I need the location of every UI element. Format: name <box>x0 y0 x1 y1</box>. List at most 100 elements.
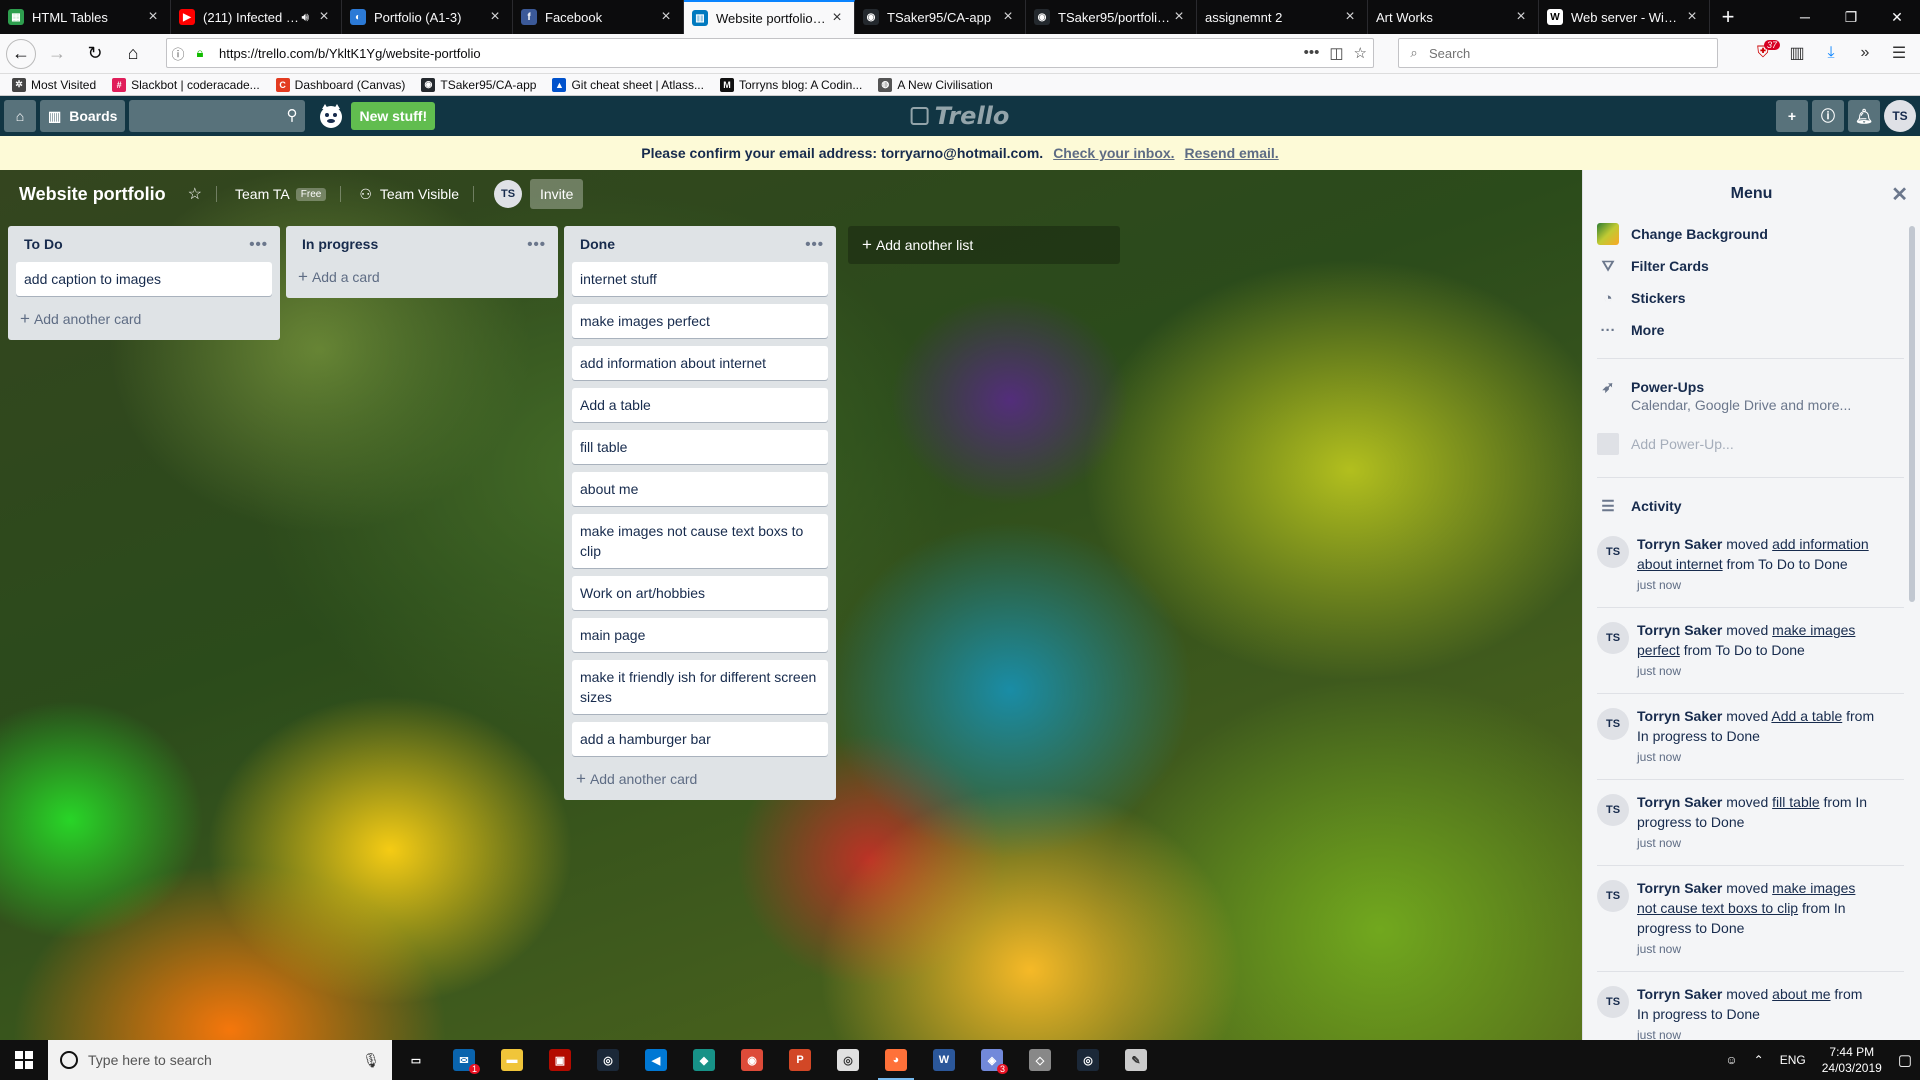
list-title[interactable]: Done <box>580 236 615 252</box>
tab-close-icon[interactable]: × <box>828 9 846 27</box>
notifications-center-icon[interactable]: ▢ <box>1890 1051 1920 1069</box>
taskbar-app-powerpoint[interactable]: P <box>776 1040 824 1080</box>
browser-tab[interactable]: ◉ TSaker95/CA-app × <box>855 0 1026 34</box>
activity-user[interactable]: Torryn Saker <box>1637 880 1722 896</box>
taskbar-app-word[interactable]: W <box>920 1040 968 1080</box>
taskbar-app-shield-app[interactable]: ◇ <box>1016 1040 1064 1080</box>
activity-avatar[interactable]: TS <box>1597 536 1629 568</box>
new-stuff-button[interactable]: New stuff! <box>351 102 436 130</box>
notifications-button[interactable]: 🔔︎ <box>1848 100 1880 132</box>
list-menu-icon[interactable]: ••• <box>805 236 824 253</box>
bookmark-item[interactable]: ◉ TSaker95/CA-app <box>421 77 536 92</box>
download-icon[interactable]: ⤓ <box>1816 44 1846 62</box>
tab-close-icon[interactable]: × <box>1341 8 1359 26</box>
bookmark-item[interactable]: # Slackbot | coderacade... <box>112 77 260 92</box>
card[interactable]: Work on art/hobbies <box>572 576 828 610</box>
activity-user[interactable]: Torryn Saker <box>1637 708 1722 724</box>
activity-timestamp[interactable]: just now <box>1637 661 1877 681</box>
close-icon[interactable]: ✕ <box>1891 182 1908 207</box>
tray-expand-icon[interactable]: ⌃ <box>1746 1053 1772 1067</box>
info-icon[interactable]: ⓘ <box>167 44 189 63</box>
bookmark-item[interactable]: ▲ Git cheat sheet | Atlass... <box>552 77 704 92</box>
activity-user[interactable]: Torryn Saker <box>1637 536 1722 552</box>
taskbar-app-git-kraken[interactable]: ◆ <box>680 1040 728 1080</box>
browser-tab[interactable]: f Facebook × <box>513 0 684 34</box>
close-window-icon[interactable]: ✕ <box>1874 0 1920 34</box>
activity-avatar[interactable]: TS <box>1597 986 1629 1018</box>
new-tab-icon[interactable]: + <box>1710 0 1746 34</box>
taskbar-app-steam[interactable]: ◎ <box>584 1040 632 1080</box>
pocket-icon[interactable]: ◫ <box>1329 44 1343 62</box>
browser-tab[interactable]: ◐ Portfolio (A1-3) × <box>342 0 513 34</box>
activity-avatar[interactable]: TS <box>1597 622 1629 654</box>
activity-card-link[interactable]: fill table <box>1772 794 1819 810</box>
tab-close-icon[interactable]: × <box>1683 8 1701 26</box>
menu-scrollbar[interactable] <box>1906 218 1918 1040</box>
restore-icon[interactable]: ❐ <box>1828 0 1874 34</box>
list-menu-icon[interactable]: ••• <box>527 236 546 253</box>
taskbar-app-steam-2[interactable]: ◎ <box>1064 1040 1112 1080</box>
taskbar-app-discord[interactable]: ◈ 3 <box>968 1040 1016 1080</box>
tab-close-icon[interactable]: × <box>1512 8 1530 26</box>
card[interactable]: internet stuff <box>572 262 828 296</box>
windows-start-icon[interactable] <box>0 1040 48 1080</box>
browser-tab[interactable]: ◉ TSaker95/portfolioattempt× <box>1026 0 1197 34</box>
browser-tab[interactable]: ▶ (211) Infected Mushroom🔊︎ × <box>171 0 342 34</box>
taco-mascot-icon[interactable] <box>313 100 349 132</box>
card[interactable]: Add a table <box>572 388 828 422</box>
card[interactable]: make images perfect <box>572 304 828 338</box>
card[interactable]: fill table <box>572 430 828 464</box>
tab-close-icon[interactable]: × <box>315 8 333 26</box>
tab-close-icon[interactable]: × <box>1170 8 1188 26</box>
menu-item-more[interactable]: ··· More <box>1597 314 1904 346</box>
bookmark-item[interactable]: C Dashboard (Canvas) <box>275 77 405 92</box>
activity-timestamp[interactable]: just now <box>1637 939 1877 959</box>
home-icon[interactable]: ⌂ <box>116 37 150 71</box>
card[interactable]: make it friendly ish for different scree… <box>572 660 828 714</box>
add-list-button[interactable]: + Add another list <box>848 226 1120 264</box>
taskbar-app-record[interactable]: ◎ <box>824 1040 872 1080</box>
card[interactable]: add caption to images <box>16 262 272 296</box>
home-button[interactable]: ⌂ <box>4 100 36 132</box>
taskbar-app-file-explorer[interactable]: ▬ <box>488 1040 536 1080</box>
bookmark-item[interactable]: M Torryns blog: A Codin... <box>719 77 862 92</box>
card[interactable]: add a hamburger bar <box>572 722 828 756</box>
taskbar-search-input[interactable]: Type here to search 🎙︎ <box>48 1040 392 1080</box>
minimize-icon[interactable]: ─ <box>1782 0 1828 34</box>
taskbar-app-pdf-reader[interactable]: ▣ <box>536 1040 584 1080</box>
check-inbox-link[interactable]: Check your inbox. <box>1053 145 1174 161</box>
browser-tab[interactable]: assignemnt 2 × <box>1197 0 1368 34</box>
overflow-icon[interactable]: » <box>1850 44 1880 62</box>
tab-close-icon[interactable]: × <box>486 8 504 26</box>
member-avatar[interactable]: TS <box>494 180 522 208</box>
clock[interactable]: 7:44 PM 24/03/2019 <box>1814 1044 1890 1076</box>
taskbar-app-paint[interactable]: ✎ <box>1112 1040 1160 1080</box>
browser-tab[interactable]: Art Works × <box>1368 0 1539 34</box>
microphone-icon[interactable]: 🎙︎ <box>362 1052 380 1069</box>
add-powerup-button[interactable]: Add Power-Up... <box>1597 423 1904 465</box>
scrollbar-thumb[interactable] <box>1909 226 1915 602</box>
ublock-icon[interactable]: ⛨ 37 <box>1748 40 1780 62</box>
list-title[interactable]: In progress <box>302 236 378 252</box>
card[interactable]: make images not cause text boxs to clip <box>572 514 828 568</box>
bookmark-star-icon[interactable]: ☆ <box>1354 44 1367 62</box>
avatar[interactable]: TS <box>1884 100 1916 132</box>
visibility-button[interactable]: ⚇ Team Visible <box>359 186 459 203</box>
menu-item-stickers[interactable]: ◔ Stickers <box>1597 282 1904 314</box>
taskbar-app-task-view[interactable]: ▭ <box>392 1040 440 1080</box>
library-icon[interactable]: ▥ <box>1782 43 1812 63</box>
taskbar-app-firefox[interactable]: ◕ <box>872 1040 920 1080</box>
activity-user[interactable]: Torryn Saker <box>1637 986 1722 1002</box>
invite-button[interactable]: Invite <box>530 179 584 209</box>
activity-card-link[interactable]: Add a table <box>1771 708 1842 724</box>
activity-user[interactable]: Torryn Saker <box>1637 794 1722 810</box>
tab-close-icon[interactable]: × <box>999 8 1017 26</box>
hamburger-menu-icon[interactable]: ☰ <box>1884 43 1914 63</box>
list-menu-icon[interactable]: ••• <box>249 236 268 253</box>
people-icon[interactable]: ☺ <box>1717 1053 1745 1067</box>
tab-close-icon[interactable]: × <box>657 8 675 26</box>
url-bar[interactable]: ⓘ 🔒︎ https://trello.com/b/YkltK1Yg/websi… <box>166 38 1374 68</box>
list-title[interactable]: To Do <box>24 236 63 252</box>
create-button[interactable]: + <box>1776 100 1808 132</box>
add-card-button[interactable]: + Add another card <box>564 764 836 794</box>
